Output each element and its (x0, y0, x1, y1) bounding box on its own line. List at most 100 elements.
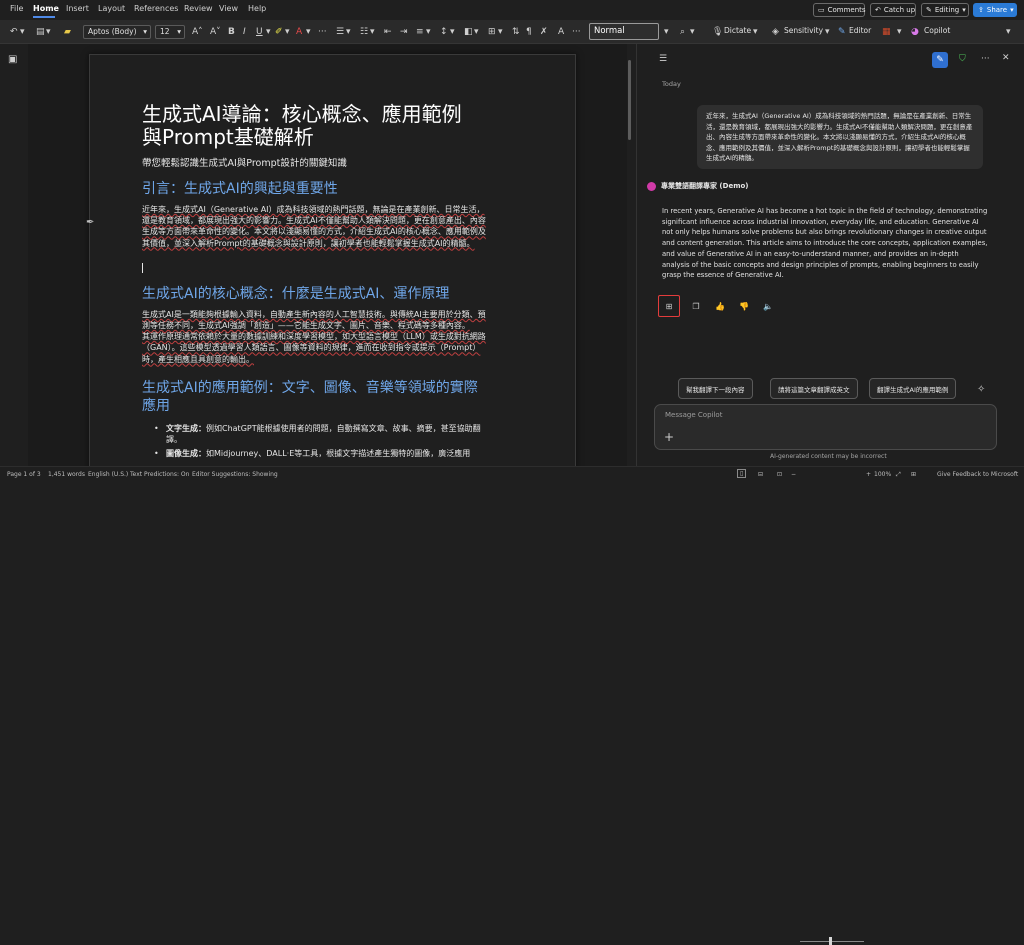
font-color-icon[interactable]: A (296, 26, 302, 38)
copy-icon[interactable]: ❐ (688, 298, 704, 314)
clear-formatting-icon[interactable]: ✗ (540, 26, 548, 38)
zoom-slider-thumb[interactable] (829, 937, 832, 945)
line-spacing-icon[interactable]: ↕ (440, 26, 448, 38)
paragraph-core-1[interactable]: 生成式AI是一類能夠根據輸入資料，自動產生新內容的人工智慧技術。與傳統AI主要用… (142, 309, 487, 331)
chevron-down-icon[interactable]: ▾ (753, 26, 758, 38)
menu-icon[interactable]: ☰ (659, 54, 667, 64)
document-subtitle[interactable]: 帶您輕鬆認識生成式AI與Prompt設計的關鍵知識 (142, 155, 487, 169)
print-layout-icon[interactable]: ▯ (737, 469, 747, 478)
font-family-select[interactable]: Aptos (Body) ▾ (83, 25, 151, 39)
thumbs-down-icon[interactable]: 👎 (736, 298, 752, 314)
decrease-indent-icon[interactable]: ⇤ (384, 26, 392, 38)
fullscreen-icon[interactable]: ⊞ (911, 471, 916, 478)
read-aloud-icon[interactable]: 🔈 (760, 298, 776, 314)
paragraph-core-2[interactable]: 其運作原理通常依賴於大量的數據訓練和深度學習模型，如大型語言模型（LLM）或生成… (142, 331, 487, 365)
grow-font-icon[interactable]: A˄ (192, 26, 203, 38)
bullets-icon[interactable]: ☰ (336, 26, 344, 38)
add-icon[interactable]: + (664, 430, 674, 444)
chevron-down-icon[interactable]: ▾ (474, 26, 479, 38)
chevron-down-icon[interactable]: ▾ (346, 26, 351, 38)
editing-mode-button[interactable]: ✎ Editing ▾ (921, 3, 969, 17)
borders-icon[interactable]: ⊞ (488, 26, 496, 38)
numbering-icon[interactable]: ☷ (360, 26, 368, 38)
menu-file[interactable]: File (10, 4, 23, 13)
sensitivity-button[interactable]: Sensitivity (784, 26, 823, 35)
underline-icon[interactable]: U (256, 26, 263, 38)
suggestion-chip[interactable]: 幫我翻譯下一段內容 (678, 378, 753, 399)
more-icon[interactable]: ··· (572, 26, 581, 38)
close-icon[interactable]: ✕ (1002, 53, 1010, 63)
text-predictions-status[interactable]: Text Predictions: On (130, 471, 189, 478)
italic-icon[interactable]: I (243, 26, 246, 38)
increase-indent-icon[interactable]: ⇥ (400, 26, 408, 38)
new-chat-icon[interactable]: ✎ (932, 52, 948, 68)
editor-icon[interactable]: ✎ (838, 26, 846, 38)
zoom-level[interactable]: 100% (874, 471, 891, 478)
chevron-down-icon[interactable]: ▾ (285, 26, 290, 38)
paragraph-mark-icon[interactable]: ¶ (526, 26, 532, 38)
message-composer[interactable]: Message Copilot + (654, 404, 997, 450)
suggestion-chip[interactable]: 翻譯生成式AI的應用範例 (869, 378, 957, 399)
style-select[interactable]: Normal (589, 23, 659, 40)
web-layout-icon[interactable]: ⊡ (777, 471, 782, 478)
menu-layout[interactable]: Layout (98, 4, 125, 13)
chevron-down-icon[interactable]: ▾ (897, 26, 902, 38)
bullet-image-generation[interactable]: 圖像生成：如Midjourney、DALL·E等工具，根據文字描述產生獨特的圖像… (142, 448, 487, 459)
focus-icon[interactable]: ⊟ (758, 471, 763, 478)
navigation-pane-icon[interactable]: ▣ (8, 54, 17, 65)
heading-applications[interactable]: 生成式AI的應用範例：文字、圖像、音樂等領域的實際應用 (142, 379, 487, 415)
copilot-icon[interactable]: ◕ (911, 26, 919, 38)
styles-pane-icon[interactable]: A (558, 26, 564, 38)
menu-view[interactable]: View (219, 4, 238, 13)
document-title[interactable]: 生成式AI導論：核心概念、應用範例 與Prompt基礎解析 (142, 103, 487, 149)
chevron-down-icon[interactable]: ▾ (306, 26, 311, 38)
chevron-down-icon[interactable]: ▾ (498, 26, 503, 38)
add-ins-icon[interactable]: ▦ (882, 26, 891, 38)
insert-into-document-icon[interactable]: ⊞ (658, 295, 680, 317)
font-size-select[interactable]: 12 ▾ (155, 25, 185, 39)
copilot-button[interactable]: Copilot (924, 26, 950, 35)
bullet-text-generation[interactable]: 文字生成：例如ChatGPT能根據使用者的問題，自動撰寫文章、故事、摘要，甚至協… (142, 423, 487, 445)
paragraph-intro[interactable]: 近年來，生成式AI（Generative AI）成為科技領域的熱門話題，無論是在… (142, 204, 487, 249)
menu-help[interactable]: Help (248, 4, 266, 13)
document-page[interactable]: 生成式AI導論：核心概念、應用範例 與Prompt基礎解析 帶您輕鬆認識生成式AI… (89, 54, 576, 466)
language-status[interactable]: English (U.S.) (88, 471, 128, 478)
chevron-down-icon[interactable]: ▾ (664, 26, 669, 38)
thumbs-up-icon[interactable]: 👍 (712, 298, 728, 314)
comments-button[interactable]: ▭ Comments (813, 3, 866, 17)
share-button[interactable]: ⇪ Share ▾ (973, 3, 1017, 17)
fit-icon[interactable]: ⤢ (896, 471, 901, 479)
message-input[interactable]: Message Copilot (665, 411, 722, 419)
heading-core[interactable]: 生成式AI的核心概念：什麼是生成式AI、運作原理 (142, 285, 487, 303)
undo-icon[interactable]: ↶ (10, 26, 18, 38)
menu-insert[interactable]: Insert (66, 4, 89, 13)
more-icon[interactable]: ··· (318, 26, 327, 38)
editor-suggestions-status[interactable]: Editor Suggestions: Showing (192, 471, 278, 478)
chevron-down-icon[interactable]: ▾ (690, 26, 695, 38)
more-icon[interactable]: ··· (981, 54, 990, 64)
menu-references[interactable]: References (134, 4, 178, 13)
catch-up-button[interactable]: ↶ Catch up (870, 3, 916, 17)
shrink-font-icon[interactable]: A˅ (210, 26, 221, 38)
chevron-down-icon[interactable]: ▾ (426, 26, 431, 38)
sort-icon[interactable]: ⇅ (512, 26, 520, 38)
find-icon[interactable]: ⌕ (680, 26, 685, 38)
zoom-in-icon[interactable]: + (866, 471, 871, 478)
microphone-icon[interactable]: 🎙 (712, 26, 723, 38)
chevron-down-icon[interactable]: ▾ (46, 26, 51, 38)
shield-icon[interactable]: ⛉ (959, 54, 966, 64)
editor-button[interactable]: Editor (849, 26, 871, 35)
feedback-link[interactable]: Give Feedback to Microsoft (937, 471, 1018, 478)
word-count[interactable]: 1,451 words (48, 471, 85, 478)
dictate-button[interactable]: Dictate (724, 26, 751, 35)
scrollbar-thumb[interactable] (628, 60, 631, 140)
clipboard-icon[interactable]: ▤ (36, 26, 45, 38)
heading-intro[interactable]: 引言：生成式AI的興起與重要性 (142, 180, 487, 198)
chevron-down-icon[interactable]: ▾ (1006, 26, 1011, 38)
align-icon[interactable]: ≡ (416, 26, 424, 38)
chevron-down-icon[interactable]: ▾ (370, 26, 375, 38)
menu-review[interactable]: Review (184, 4, 213, 13)
bold-icon[interactable]: B (228, 26, 235, 38)
sensitivity-icon[interactable]: ◈ (772, 26, 779, 38)
zoom-out-icon[interactable]: − (791, 471, 796, 478)
